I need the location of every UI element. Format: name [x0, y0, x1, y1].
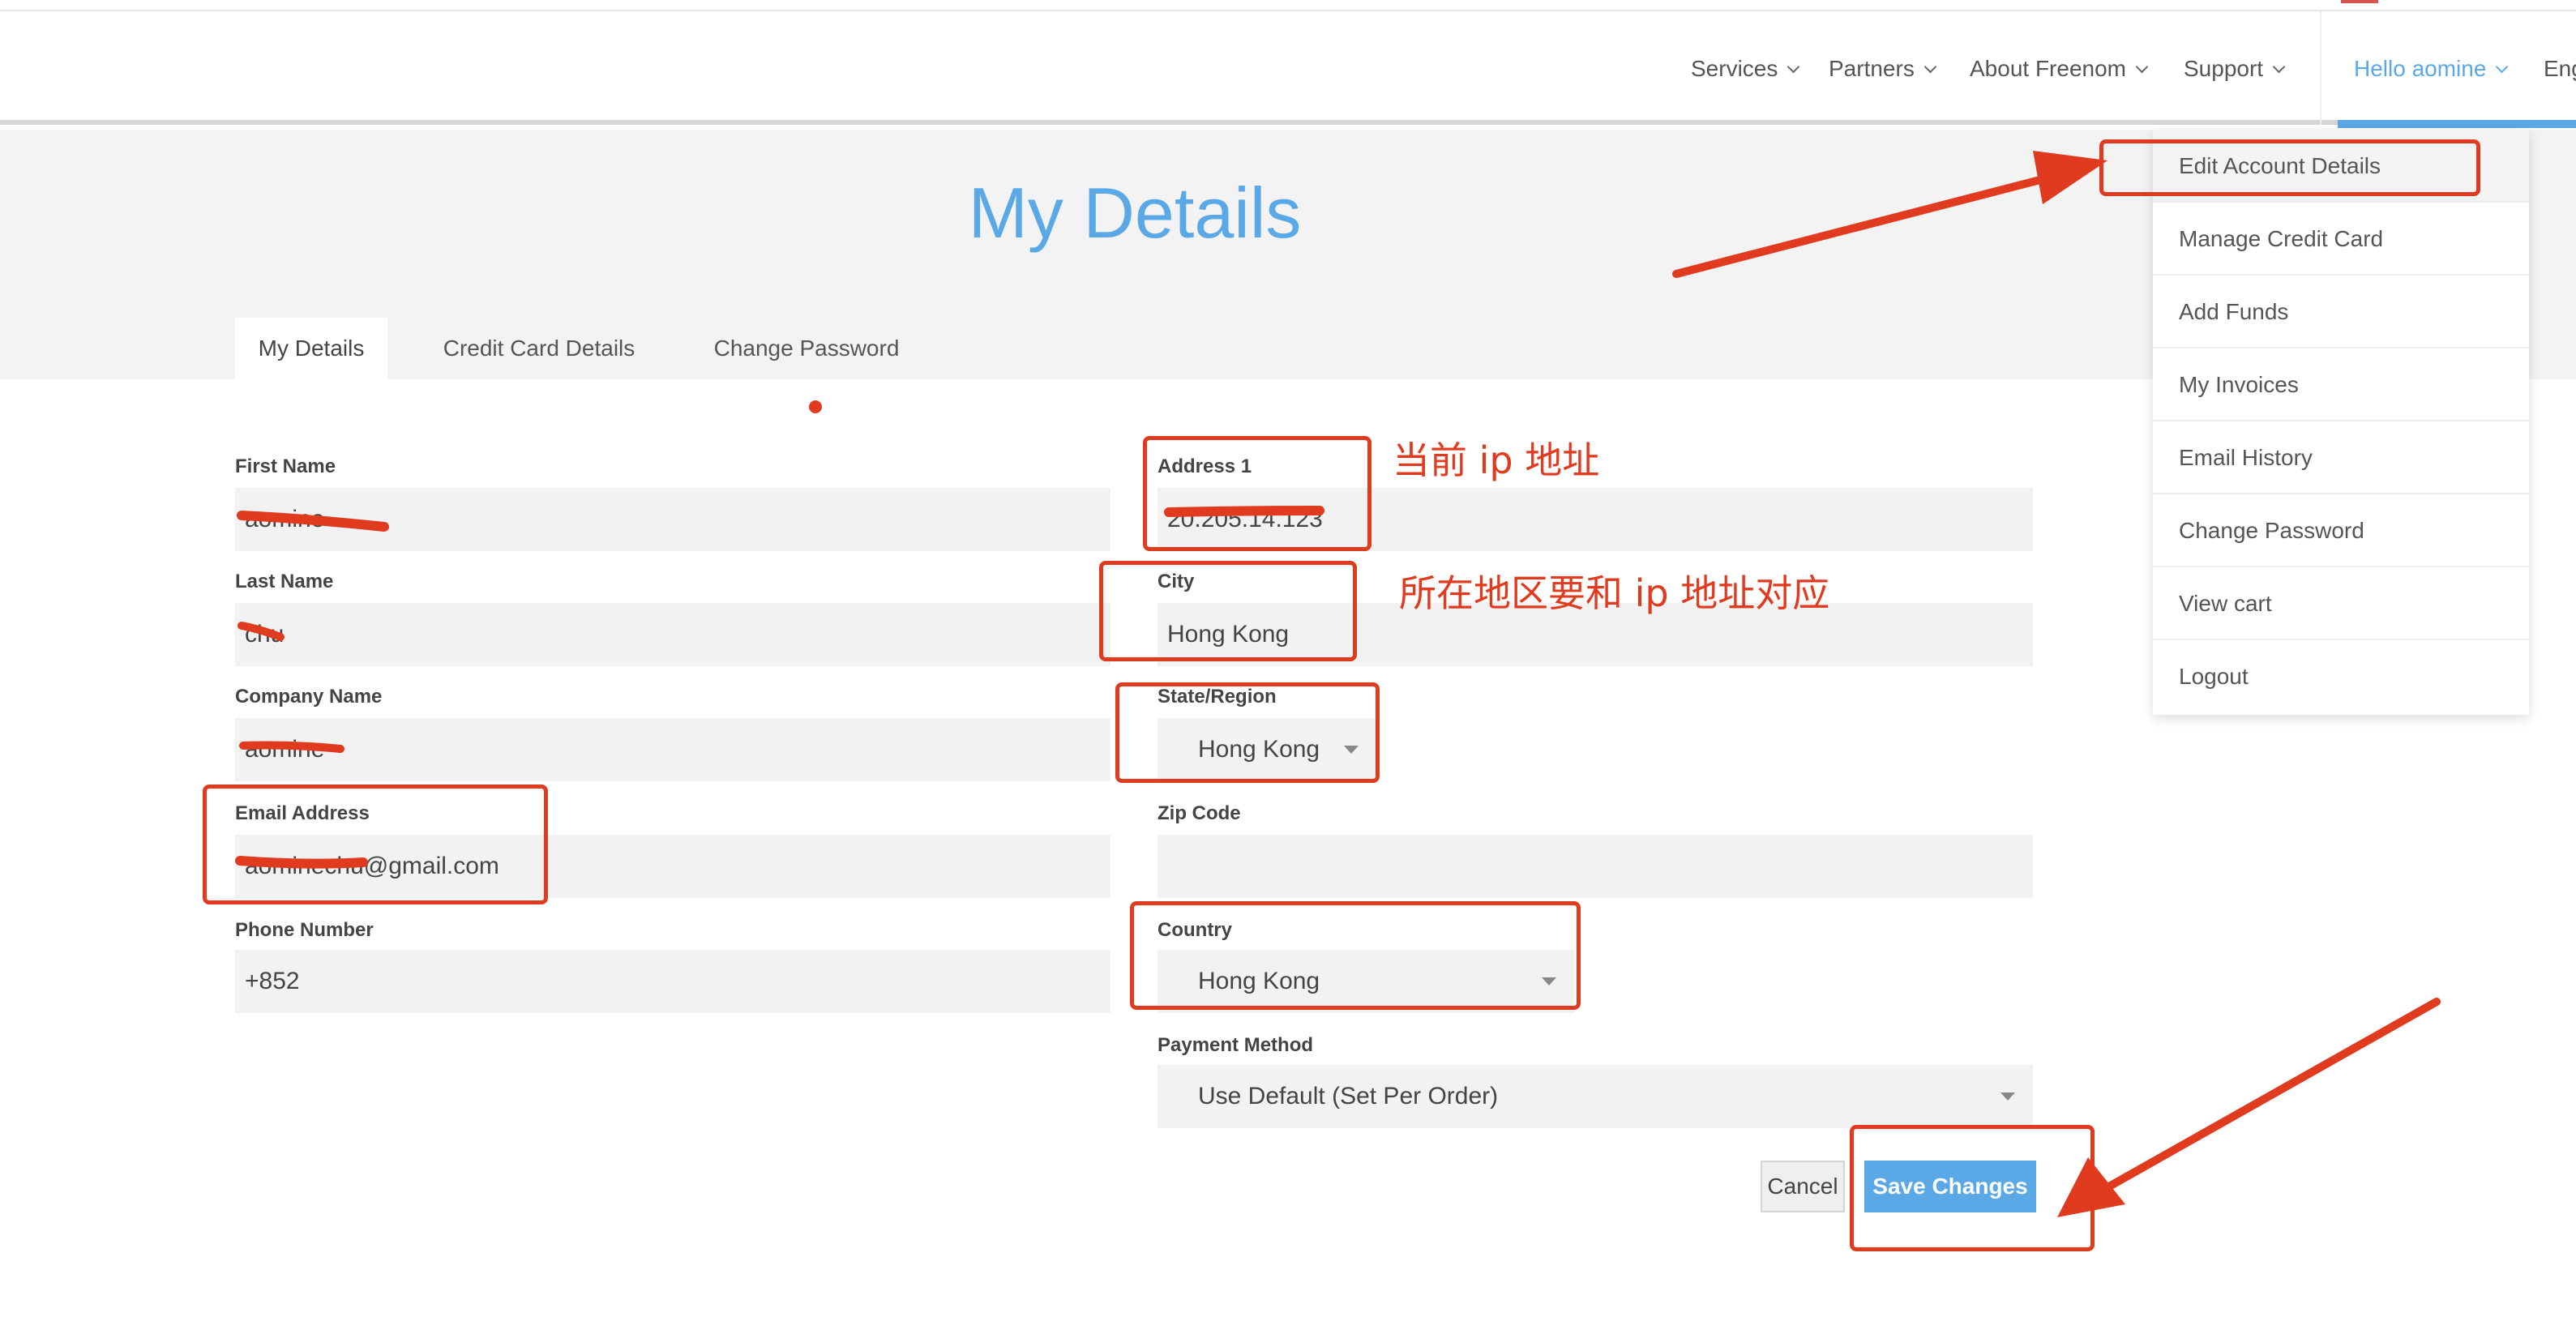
tab-my-details[interactable]: My Details — [235, 318, 387, 379]
first-name-value: aomine — [245, 506, 325, 532]
annotation-region-note: 所在地区要和 ip 地址对应 — [1399, 571, 1830, 615]
zip-field[interactable] — [1157, 835, 2033, 898]
phone-value: +852 — [245, 968, 300, 994]
annotation-box-state — [1115, 682, 1380, 783]
menu-item-manage-credit-card[interactable]: Manage Credit Card — [2153, 203, 2529, 276]
nav-partners-label: Partners — [1829, 56, 1915, 81]
nav-about-label: About Freenom — [1970, 56, 2126, 81]
browser-top-strip — [0, 0, 2576, 11]
company-name-value: aomine — [245, 736, 325, 763]
last-name-field[interactable]: chu — [235, 603, 1110, 666]
company-name-label: Company Name — [235, 686, 383, 708]
menu-item-add-funds[interactable]: Add Funds — [2153, 276, 2529, 348]
zip-label: Zip Code — [1157, 802, 1241, 824]
annotation-box-edit-account — [2099, 139, 2480, 196]
nav-user-menu[interactable]: Hello aomine — [2354, 41, 2509, 97]
menu-item-my-invoices[interactable]: My Invoices — [2153, 348, 2529, 421]
top-strip-marker — [2341, 0, 2378, 3]
last-name-label: Last Name — [235, 571, 334, 592]
chevron-down-icon — [1787, 60, 1800, 74]
menu-item-view-cart[interactable]: View cart — [2153, 567, 2529, 640]
account-dropdown-menu: Edit Account Details Manage Credit Card … — [2153, 130, 2529, 715]
nav-language[interactable]: Eng — [2544, 41, 2576, 97]
nav-language-label: Eng — [2544, 56, 2576, 81]
dropdown-caret-icon — [2000, 1092, 2015, 1101]
page-title: My Details — [968, 173, 1302, 253]
annotation-ip-note: 当前 ip 地址 — [1393, 438, 1600, 482]
cancel-button[interactable]: Cancel — [1761, 1161, 1845, 1212]
payment-method-select[interactable]: Use Default (Set Per Order) — [1157, 1065, 2033, 1128]
annotation-box-city — [1099, 561, 1357, 661]
tab-change-password[interactable]: Change Password — [697, 318, 916, 379]
nav-partners[interactable]: Partners — [1829, 41, 1937, 97]
annotation-box-country — [1130, 901, 1581, 1010]
chevron-down-icon — [2135, 60, 2149, 74]
annotation-dot — [809, 400, 822, 413]
tab-credit-card-details[interactable]: Credit Card Details — [421, 318, 657, 379]
nav-hello-label: Hello aomine — [2354, 56, 2487, 81]
phone-label: Phone Number — [235, 919, 374, 941]
annotation-box-save — [1850, 1125, 2095, 1251]
menu-item-change-password[interactable]: Change Password — [2153, 494, 2529, 567]
nav-about[interactable]: About Freenom — [1970, 41, 2149, 97]
chevron-down-icon — [2496, 60, 2509, 74]
chevron-down-icon — [1923, 60, 1937, 74]
annotation-arrow — [2105, 998, 2441, 1191]
company-name-field[interactable]: aomine — [235, 718, 1110, 781]
first-name-label: First Name — [235, 455, 336, 477]
nav-support[interactable]: Support — [2184, 41, 2286, 97]
phone-field[interactable]: +852 — [235, 950, 1110, 1013]
active-nav-indicator — [2338, 120, 2576, 128]
chevron-down-icon — [2272, 60, 2286, 74]
nav-support-label: Support — [2184, 56, 2264, 81]
payment-method-value: Use Default (Set Per Order) — [1198, 1083, 1499, 1110]
first-name-field[interactable]: aomine — [235, 488, 1110, 551]
annotation-box-address — [1143, 436, 1371, 551]
last-name-value: chu — [245, 621, 285, 648]
payment-method-label: Payment Method — [1157, 1034, 1314, 1056]
nav-divider — [2320, 11, 2321, 125]
nav-services-label: Services — [1691, 56, 1778, 81]
annotation-box-email — [203, 785, 548, 904]
nav-services[interactable]: Services — [1691, 41, 1800, 97]
menu-item-email-history[interactable]: Email History — [2153, 421, 2529, 494]
menu-item-logout[interactable]: Logout — [2153, 640, 2529, 713]
